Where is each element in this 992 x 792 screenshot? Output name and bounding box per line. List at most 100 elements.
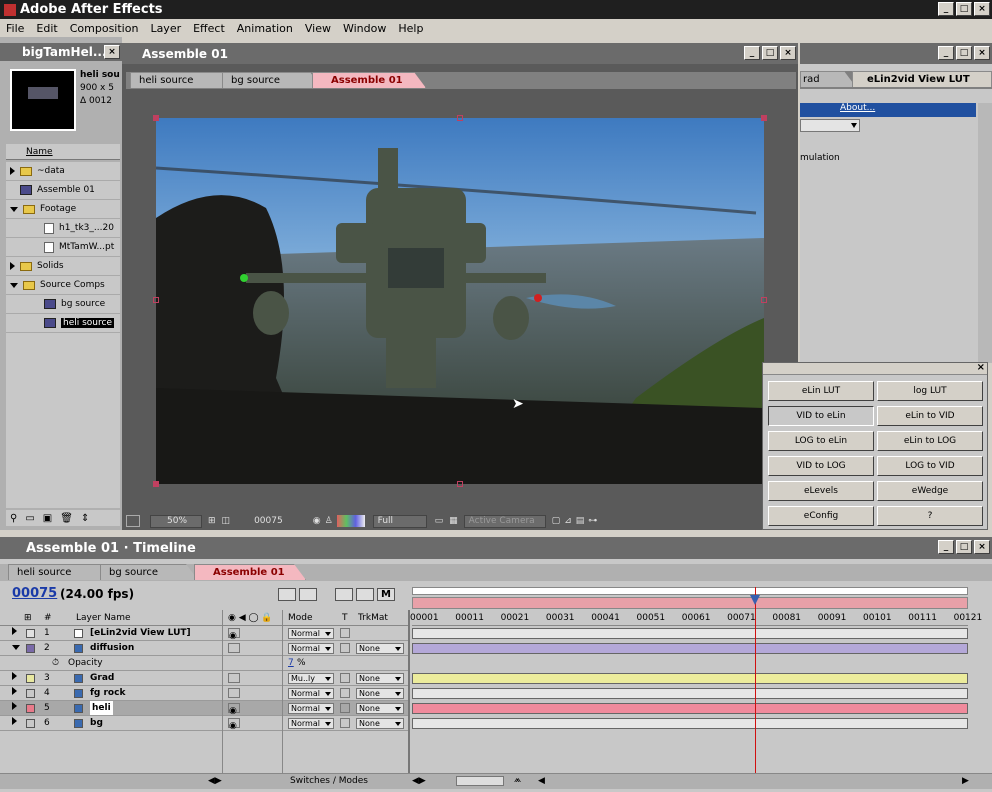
lut-button-elevels[interactable]: eLevels (768, 481, 874, 501)
menu-animation[interactable]: Animation (231, 22, 299, 35)
lut-button-vid-to-log[interactable]: VID to LOG (768, 456, 874, 476)
tab-assemble-01[interactable]: Assemble 01 (312, 72, 426, 88)
trkmat-dropdown[interactable]: None (356, 643, 404, 654)
layer-duration-bar[interactable] (412, 688, 968, 699)
layer-name[interactable]: diffusion (90, 641, 134, 655)
maximize-button[interactable]: □ (956, 2, 972, 16)
work-area[interactable] (412, 587, 968, 611)
video-switch-icon[interactable]: ◉ (228, 628, 240, 641)
new-comp-icon[interactable]: ▣ (43, 513, 52, 524)
video-switch-icon[interactable]: ◉ (228, 718, 240, 731)
lut-button-elin-lut[interactable]: eLin LUT (768, 381, 874, 401)
handle-bc[interactable] (457, 481, 463, 487)
grid-icon[interactable]: ◫ (222, 516, 231, 526)
menu-effect[interactable]: Effect (187, 22, 231, 35)
timeline-maximize-button[interactable]: □ (956, 540, 972, 554)
lut-button-ewedge[interactable]: eWedge (877, 481, 983, 501)
trkmat-dropdown[interactable]: None (356, 703, 404, 714)
trkmat-dropdown[interactable]: None (356, 718, 404, 729)
region-icon[interactable]: ▭ (435, 516, 444, 526)
flowchart-icon[interactable]: ⊶ (588, 516, 597, 526)
live-update-icon[interactable] (299, 588, 317, 601)
project-item[interactable]: Source Comps (6, 276, 120, 295)
scroll-right-icon[interactable]: ▶ (962, 776, 969, 786)
menu-help[interactable]: Help (392, 22, 429, 35)
lut-button-log-lut[interactable]: log LUT (877, 381, 983, 401)
layer-name[interactable]: heli (90, 701, 113, 715)
project-item[interactable]: h1_tk3_...20 (6, 219, 120, 238)
transparency-grid-icon[interactable]: ▦ (449, 516, 458, 526)
layer-disclosure-icon[interactable] (12, 702, 17, 710)
minimize-button[interactable]: _ (938, 2, 954, 16)
video-switch-icon[interactable] (228, 688, 240, 698)
lut-button-elin-to-log[interactable]: eLin to LOG (877, 431, 983, 451)
comp-viewer[interactable]: ➤ (156, 118, 764, 484)
handle-tl[interactable] (153, 115, 159, 121)
layer-disclosure-icon[interactable] (12, 687, 17, 695)
lut-close-icon[interactable]: × (977, 362, 985, 373)
layer-row[interactable]: 3 Grad Mu..ly None (0, 671, 408, 686)
mode-dropdown[interactable]: Mu..ly (288, 673, 334, 684)
preserve-transparency-checkbox[interactable] (340, 643, 350, 653)
layer-duration-bar[interactable] (412, 643, 968, 654)
tab-heli-source[interactable]: heli source (130, 72, 234, 88)
video-switch-icon[interactable] (228, 643, 240, 653)
layer-duration-bar[interactable] (412, 703, 968, 714)
preserve-transparency-checkbox[interactable] (340, 688, 350, 698)
trash-icon[interactable]: 🗑 (60, 513, 73, 524)
timeline-timecode[interactable]: 00075 (12, 586, 57, 601)
video-switch-icon[interactable]: ◉ (228, 703, 240, 716)
menu-composition[interactable]: Composition (64, 22, 145, 35)
layer-row[interactable]: 5 heli ◉ Normal None (0, 701, 408, 716)
mode-dropdown[interactable]: Normal (288, 718, 334, 729)
menu-edit[interactable]: Edit (30, 22, 63, 35)
lut-button-log-to-elin[interactable]: LOG to eLin (768, 431, 874, 451)
project-item[interactable]: ~data (6, 162, 120, 181)
project-item[interactable]: heli source (6, 314, 120, 333)
layer-duration-bar[interactable] (412, 673, 968, 684)
project-item[interactable]: bg source (6, 295, 120, 314)
preserve-transparency-checkbox[interactable] (340, 628, 350, 638)
mode-dropdown[interactable]: Normal (288, 643, 334, 654)
effect-minimize-button[interactable]: _ (938, 46, 954, 60)
layer-disclosure-icon[interactable] (12, 672, 17, 680)
zoom-select[interactable]: 50% (150, 514, 202, 528)
new-folder-icon[interactable]: ▭ (25, 513, 34, 524)
layer-label-color[interactable] (26, 689, 35, 698)
motion-blur-icon[interactable]: M (377, 588, 395, 601)
camera-select[interactable]: Active Camera (463, 514, 546, 528)
tl-tab-heli-source[interactable]: heli source (8, 564, 112, 580)
layer-row[interactable]: 4 fg rock Normal None (0, 686, 408, 701)
layer-name-header[interactable]: Layer Name (76, 613, 131, 623)
video-switch-icon[interactable] (228, 673, 240, 683)
lut-button-econfig[interactable]: eConfig (768, 506, 874, 526)
layer-name[interactable]: bg (90, 716, 103, 730)
preserve-transparency-checkbox[interactable] (340, 703, 350, 713)
layer-label-color[interactable] (26, 719, 35, 728)
comp-close-button[interactable]: × (780, 46, 796, 60)
preserve-transparency-checkbox[interactable] (340, 673, 350, 683)
preserve-transparency-checkbox[interactable] (340, 718, 350, 728)
layer-duration-bar[interactable] (412, 628, 968, 639)
handle-tr[interactable] (761, 115, 767, 121)
mode-dropdown[interactable]: Normal (288, 703, 334, 714)
snapshot-icon[interactable]: ◉ (313, 516, 321, 526)
menu-window[interactable]: Window (337, 22, 392, 35)
effect-scrollbar[interactable] (978, 103, 992, 363)
layer-label-color[interactable] (26, 704, 35, 713)
layer-label-color[interactable] (26, 674, 35, 683)
layer-name[interactable]: fg rock (90, 686, 125, 700)
effect-dropdown[interactable] (800, 119, 860, 132)
zoom-slider[interactable] (456, 776, 504, 786)
view-layout-icon[interactable]: ▢ (552, 516, 561, 526)
tab-elin2vid[interactable]: eLin2vid View LUT (852, 71, 992, 87)
disclosure-triangle-icon[interactable] (10, 282, 18, 288)
current-frame[interactable]: 00075 (254, 516, 283, 526)
always-preview-icon[interactable] (126, 515, 140, 527)
resolution-select[interactable]: Full (372, 514, 427, 528)
effect-close-button[interactable]: × (974, 46, 990, 60)
trkmat-dropdown[interactable]: None (356, 673, 404, 684)
menu-layer[interactable]: Layer (144, 22, 187, 35)
lut-help-button[interactable]: ? (877, 506, 983, 526)
layer-label-color[interactable] (26, 644, 35, 653)
